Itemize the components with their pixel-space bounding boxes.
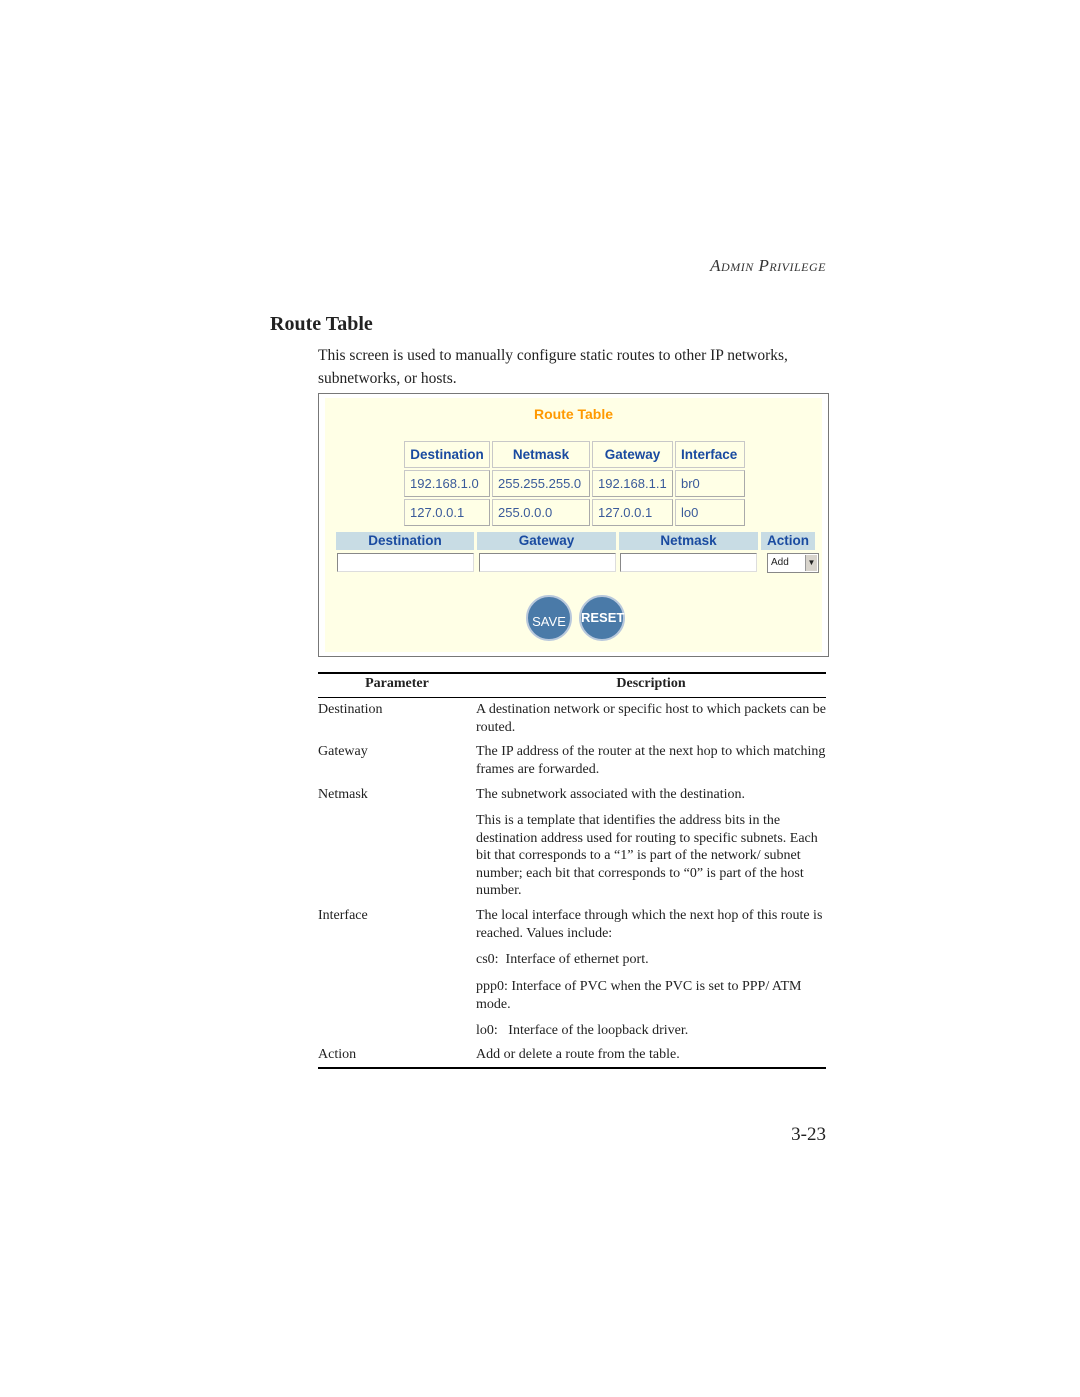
column-header: Gateway	[592, 441, 673, 468]
table-header-row: Destination Netmask Gateway Interface	[404, 441, 745, 468]
chevron-down-icon[interactable]: ▼	[805, 555, 817, 571]
param-name: Destination	[318, 702, 383, 717]
param-desc: lo0: Interface of the loopback driver.	[476, 1023, 689, 1038]
param-desc: Add or delete a route from the table.	[476, 1047, 680, 1062]
param-desc: The subnetwork associated with the desti…	[476, 787, 746, 802]
table-bottom-rule	[318, 1067, 826, 1069]
cell: br0	[675, 470, 745, 497]
table-top-rule	[318, 672, 826, 674]
page-number: 3-23	[791, 1124, 826, 1145]
table-row: 127.0.0.1 255.0.0.0 127.0.0.1 lo0	[404, 499, 745, 526]
table-row: 192.168.1.0 255.255.255.0 192.168.1.1 br…	[404, 470, 745, 497]
param-name: Interface	[318, 908, 368, 923]
route-table-screenshot: Route Table Destination Netmask Gateway …	[318, 393, 829, 657]
action-select[interactable]: Add ▼	[767, 553, 819, 573]
cell: 255.0.0.0	[492, 499, 590, 526]
param-desc: cs0: Interface of ethernet port.	[476, 952, 649, 967]
param-desc: The local interface through which the ne…	[476, 908, 823, 941]
param-name: Gateway	[318, 744, 368, 759]
desc-header: Description	[616, 676, 686, 691]
column-header: Netmask	[492, 441, 590, 468]
section-title: Route Table	[270, 313, 373, 335]
form-header-destination: Destination	[336, 532, 474, 550]
param-header: Parameter	[365, 676, 429, 691]
cell: 127.0.0.1	[404, 499, 490, 526]
cell: 255.255.255.0	[492, 470, 590, 497]
cell: 192.168.1.1	[592, 470, 673, 497]
screen-title: Route Table	[533, 406, 614, 422]
reset-button[interactable]: RESET	[579, 595, 625, 641]
manual-page: Admin Privilege Route Table This screen …	[0, 0, 1080, 1397]
cell: 127.0.0.1	[592, 499, 673, 526]
destination-input[interactable]	[337, 553, 474, 572]
form-header-action: Action	[761, 532, 815, 550]
param-name: Netmask	[318, 787, 368, 802]
header-rule	[318, 697, 826, 698]
param-desc: A destination network or specific host t…	[476, 702, 826, 735]
form-header-netmask: Netmask	[619, 532, 758, 550]
cell: lo0	[675, 499, 745, 526]
param-name: Action	[318, 1047, 357, 1062]
running-head: Admin Privilege	[710, 256, 826, 275]
column-header: Interface	[675, 441, 745, 468]
param-desc: The IP address of the router at the next…	[476, 744, 826, 777]
route-table: Destination Netmask Gateway Interface 19…	[402, 439, 747, 528]
cell: 192.168.1.0	[404, 470, 490, 497]
netmask-input[interactable]	[620, 553, 757, 572]
column-header: Destination	[404, 441, 490, 468]
gateway-input[interactable]	[479, 553, 616, 572]
param-desc: ppp0: Interface of PVC when the PVC is s…	[476, 979, 802, 1012]
save-button[interactable]: SAVE	[526, 595, 572, 641]
param-desc: This is a template that identifies the a…	[476, 813, 818, 898]
intro-paragraph: This screen is used to manually configur…	[318, 347, 788, 387]
action-selected-value: Add	[771, 557, 789, 568]
form-header-gateway: Gateway	[477, 532, 616, 550]
